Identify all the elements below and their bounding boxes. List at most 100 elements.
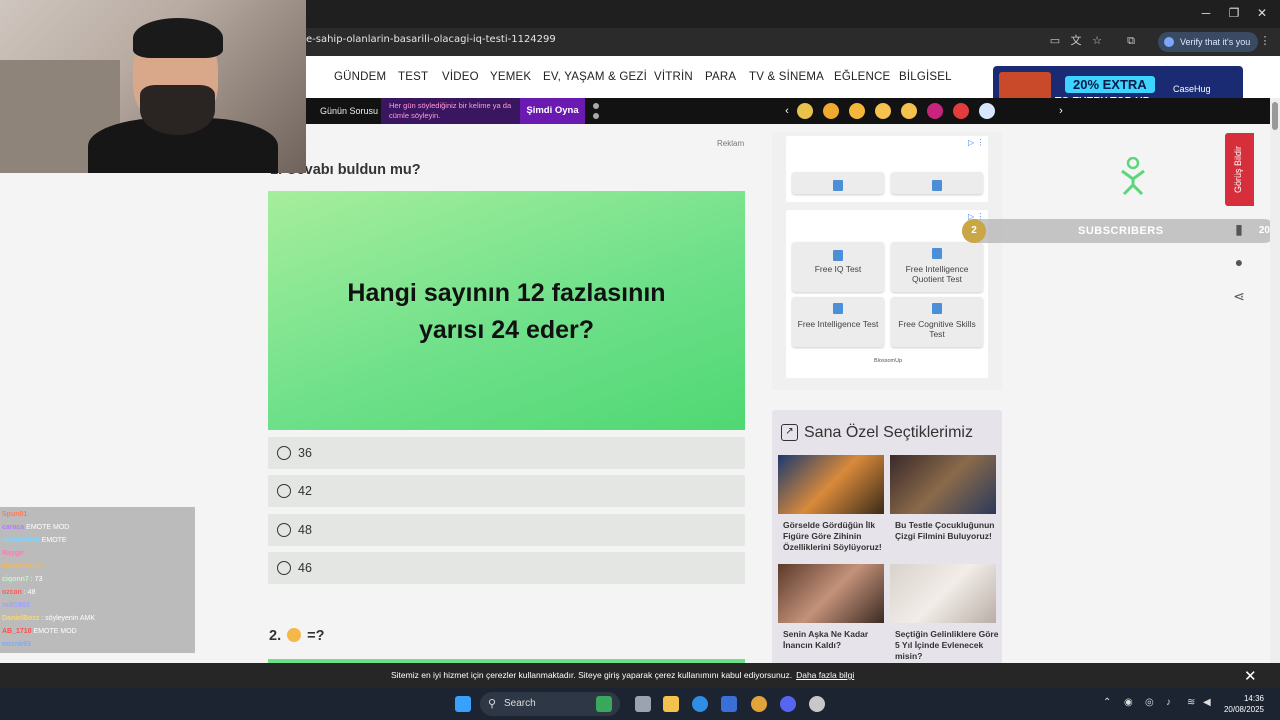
pick-caption[interactable]: Senin Aşka Ne Kadar İnancın Kaldı? <box>783 629 889 651</box>
search-icon: ⚲ <box>488 698 497 710</box>
ad-panel-main <box>786 210 988 378</box>
verify-button[interactable]: Verify that it's you <box>1158 32 1259 52</box>
answer-option[interactable]: 42 <box>268 475 745 507</box>
pick-caption[interactable]: Görselde Gördüğün İlk Figüre Göre Zihini… <box>783 520 889 553</box>
task-view-icon[interactable] <box>635 696 651 712</box>
ad-button-faded[interactable] <box>792 172 884 194</box>
answer-option[interactable]: 46 <box>268 552 745 584</box>
tray-chevron-icon[interactable]: ⌃ <box>1103 697 1111 708</box>
nav-item-eglence[interactable]: EĞLENCE <box>834 71 890 83</box>
play-now-button[interactable]: Şimdi Oyna <box>520 98 585 124</box>
taskbar-clock[interactable]: 14:36 20/08/2025 <box>1214 693 1264 715</box>
external-link-icon: ↗ <box>781 424 798 441</box>
nav-item-vitrin[interactable]: VİTRİN <box>654 71 693 83</box>
chat-line: Mustafa1969 <box>2 563 45 570</box>
question-1-card: Hangi sayının 12 fazlasının yarısı 24 ed… <box>268 191 745 430</box>
nav-item-yemek[interactable]: YEMEK <box>490 71 531 83</box>
strip-label: Günün Sorusu <box>320 106 379 116</box>
minimize-icon[interactable]: ─ <box>1196 6 1216 20</box>
webcam-overlay <box>0 0 306 173</box>
close-window-icon[interactable]: ✕ <box>1252 6 1272 20</box>
install-app-icon[interactable]: ▭ <box>1048 34 1062 48</box>
emoji-icon[interactable] <box>953 103 969 119</box>
emoji-icon <box>287 628 302 642</box>
stream-chat: Spun01 caraca EMOTE MOD Chamzfient EMOTE… <box>0 507 195 653</box>
chevron-right-icon[interactable]: › <box>1054 104 1068 118</box>
translate-icon[interactable]: 文 <box>1069 34 1083 48</box>
ad-button-intelligence-test[interactable]: Free Intelligence Test <box>792 297 884 347</box>
emoji-icon[interactable] <box>823 103 839 119</box>
pick-caption[interactable]: Seçtiğin Gelinliklere Göre 5 Yıl İçinde … <box>895 629 1001 662</box>
pick-caption[interactable]: Bu Testle Çocukluğunun Çizgi Filmini Bul… <box>895 520 1001 542</box>
address-bar[interactable]: e-sahip-olanlarin-basarili-olacagi-iq-te… <box>306 34 556 45</box>
emoji-icon[interactable] <box>901 103 917 119</box>
close-icon[interactable]: ✕ <box>1244 667 1257 685</box>
answer-option[interactable]: 48 <box>268 514 745 546</box>
pick-thumbnail[interactable] <box>778 564 884 623</box>
chat-line: Raygir <box>2 550 24 557</box>
ad-button-faded[interactable] <box>891 172 983 194</box>
nav-item-ev-yasam-gezi[interactable]: EV, YAŞAM & GEZİ <box>543 71 647 83</box>
answer-option[interactable]: 36 <box>268 437 745 469</box>
extensions-icon[interactable]: ⧉ <box>1124 34 1138 48</box>
tray-app-icon[interactable]: ◉ <box>1124 697 1133 708</box>
tray-app-icon[interactable]: ◎ <box>1145 697 1154 708</box>
page-scrollbar[interactable] <box>1270 98 1280 663</box>
menu-kebab-icon[interactable]: ⋮ <box>1258 34 1272 48</box>
daily-question-strip: Günün Sorusu Her gün söylediğiniz bir ke… <box>306 98 1280 124</box>
file-explorer-icon[interactable] <box>663 696 679 712</box>
dot-icon <box>593 103 599 109</box>
adchoices-icon[interactable]: ▷ ⋮ <box>968 138 984 147</box>
volume-icon[interactable]: ◀ <box>1203 697 1211 708</box>
document-icon <box>932 248 942 259</box>
pick-thumbnail[interactable] <box>890 455 996 514</box>
chevron-left-icon[interactable]: ‹ <box>780 104 794 118</box>
subscribers-overlay: 2 SUBSCRIBERS 20 <box>962 219 1276 243</box>
radio-icon[interactable] <box>277 446 291 460</box>
bookmark-icon[interactable]: ▮ <box>1230 220 1248 238</box>
scrollbar-thumb[interactable] <box>1272 102 1278 130</box>
share-icon[interactable]: ⋖ <box>1230 287 1248 305</box>
emoji-icon[interactable] <box>927 103 943 119</box>
emoji-icon[interactable] <box>797 103 813 119</box>
discord-icon[interactable] <box>780 696 796 712</box>
emoji-icon[interactable] <box>875 103 891 119</box>
cookie-banner: Sitemiz en iyi hizmet için çerezler kull… <box>0 663 1280 688</box>
chrome-icon[interactable] <box>751 696 767 712</box>
pick-thumbnail[interactable] <box>890 564 996 623</box>
nav-item-para[interactable]: PARA <box>705 71 736 83</box>
nav-item-bilgisel[interactable]: BİLGİSEL <box>899 71 952 83</box>
nav-item-gundem[interactable]: GÜNDEM <box>334 71 386 83</box>
chat-line: ciqonn7 : 73 <box>2 576 43 583</box>
comment-icon[interactable]: ● <box>1230 253 1248 271</box>
radio-icon[interactable] <box>277 561 291 575</box>
radio-icon[interactable] <box>277 484 291 498</box>
ad-button-cognitive-skills[interactable]: Free Cognitive Skills Test <box>891 297 983 347</box>
microphone-icon[interactable]: ♪ <box>1166 697 1171 708</box>
feedback-tab[interactable]: Görüş Bildir <box>1225 133 1254 206</box>
bookmark-star-icon[interactable]: ☆ <box>1090 34 1104 48</box>
radio-icon[interactable] <box>277 523 291 537</box>
obs-icon[interactable] <box>809 696 825 712</box>
wifi-icon[interactable]: ≋ <box>1187 697 1195 708</box>
pick-thumbnail[interactable] <box>778 455 884 514</box>
edge-icon[interactable] <box>692 696 708 712</box>
restore-icon[interactable]: ❐ <box>1224 6 1244 20</box>
ad-button-iq-test[interactable]: Free IQ Test <box>792 242 884 292</box>
store-icon[interactable] <box>721 696 737 712</box>
strip-promo: Her gün söylediğiniz bir kelime ya da cü… <box>381 98 520 124</box>
cookie-more-link[interactable]: Daha fazla bilgi <box>796 670 854 680</box>
nav-item-test[interactable]: TEST <box>398 71 428 83</box>
site-logo-icon <box>1121 157 1145 195</box>
nav-item-video[interactable]: VİDEO <box>442 71 479 83</box>
emoji-icon[interactable] <box>979 103 995 119</box>
nav-item-tv-sinema[interactable]: TV & SİNEMA <box>749 71 824 83</box>
question-1-text: Hangi sayının 12 fazlasının yarısı 24 ed… <box>347 279 666 344</box>
ad-button-intelligence-quotient[interactable]: Free Intelligence Quotient Test <box>891 242 983 292</box>
document-icon <box>833 250 843 261</box>
emoji-icon[interactable] <box>849 103 865 119</box>
profile-icon <box>1164 37 1174 47</box>
dot-icon <box>593 113 599 119</box>
windows-start-icon[interactable] <box>455 696 471 712</box>
widgets-icon[interactable] <box>596 696 612 712</box>
